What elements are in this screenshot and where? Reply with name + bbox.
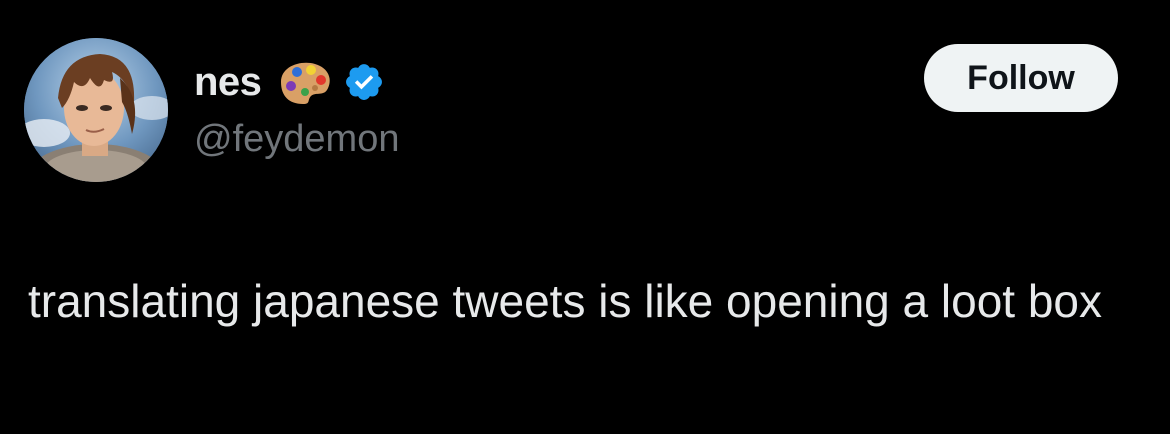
palette-emoji-icon xyxy=(275,58,333,106)
author-name-row: nes xyxy=(194,54,385,110)
avatar-image xyxy=(24,38,168,182)
verified-badge-icon[interactable] xyxy=(343,61,385,103)
avatar[interactable] xyxy=(24,38,168,182)
tweet-card: nes @feydemon Follow translating japanes… xyxy=(0,0,1170,434)
tweet-text: translating japanese tweets is like open… xyxy=(28,275,1103,327)
display-name[interactable]: nes xyxy=(194,60,262,105)
author-handle[interactable]: @feydemon xyxy=(194,118,399,161)
follow-button[interactable]: Follow xyxy=(924,44,1118,112)
